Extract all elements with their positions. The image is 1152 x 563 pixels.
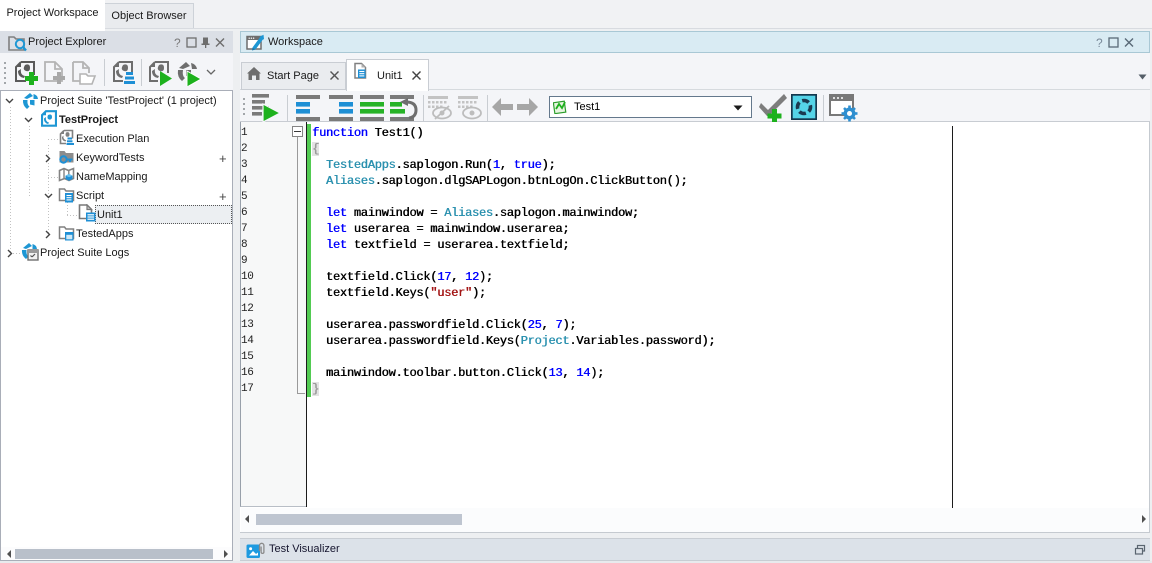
svg-text:?: ? bbox=[1096, 36, 1103, 49]
svg-text:?: ? bbox=[174, 36, 181, 49]
